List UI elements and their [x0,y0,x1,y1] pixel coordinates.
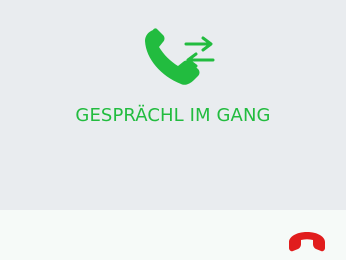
call-status-text: GESPRÄCHL IM GANG [75,105,271,126]
call-status-panel: GESPRÄCHL IM GANG [0,0,346,210]
end-call-icon [289,232,325,252]
phone-transfer-icon [143,26,219,88]
call-action-bar [0,210,346,260]
call-screen: GESPRÄCHL IM GANG [0,0,346,260]
end-call-button[interactable] [286,226,328,254]
